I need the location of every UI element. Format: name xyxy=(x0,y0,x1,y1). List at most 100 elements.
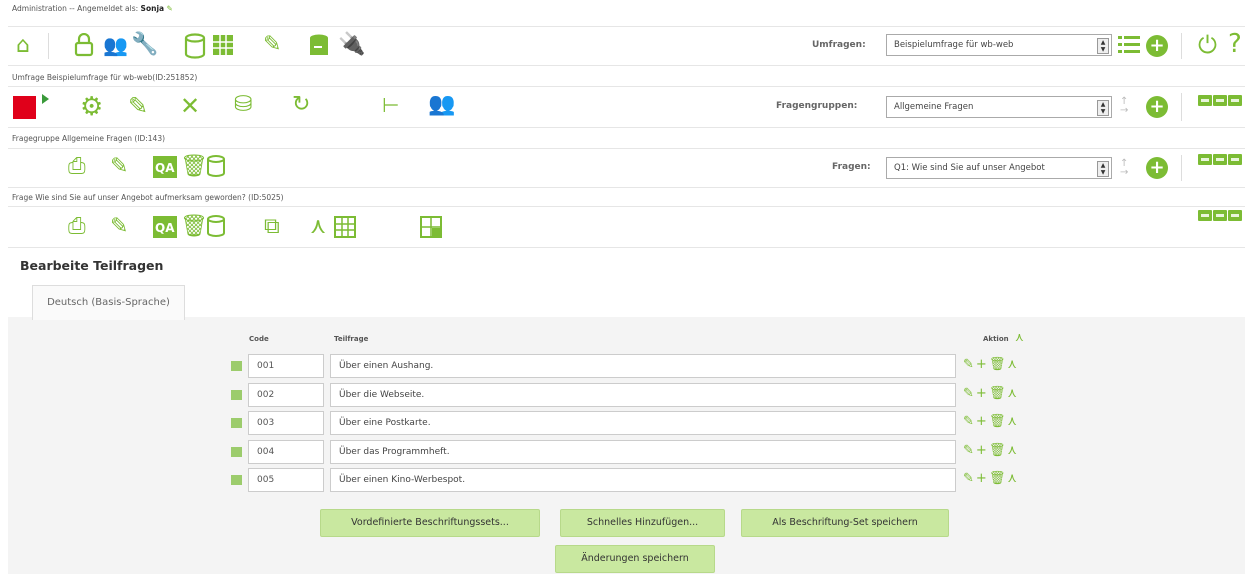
tools-icon[interactable]: ✕ xyxy=(180,92,200,120)
subquestion-input[interactable]: Über eine Postkarte. xyxy=(330,411,956,435)
code-input[interactable]: 005 xyxy=(248,468,324,492)
copy-icon[interactable]: ⧉ xyxy=(264,214,280,239)
subquestion-input[interactable]: Über einen Aushang. xyxy=(330,354,956,378)
restore-icon[interactable] xyxy=(1213,154,1227,165)
delete-icon[interactable]: 🗑 xyxy=(989,471,1008,486)
plugin-icon[interactable]: 🔌 xyxy=(338,32,365,57)
code-input[interactable]: 002 xyxy=(248,382,324,407)
wrench-icon[interactable]: 🔧 xyxy=(131,32,158,57)
condition-icon[interactable]: ⋏ xyxy=(1007,386,1019,401)
close-panel-icon[interactable] xyxy=(1228,95,1242,106)
admin-link[interactable]: Administration xyxy=(12,4,67,13)
code-input[interactable]: 004 xyxy=(248,439,324,464)
database-icon[interactable] xyxy=(206,214,226,238)
stop-icon[interactable] xyxy=(13,96,36,119)
responses-icon[interactable]: ↻ xyxy=(292,92,310,117)
add-row-icon[interactable]: + xyxy=(976,443,989,458)
qa-icon[interactable]: QA xyxy=(153,216,177,238)
question-select[interactable]: Q1: Wie sind Sie auf unser Angebot ▲ ▼ xyxy=(886,157,1112,179)
edit-user-icon[interactable]: ✎ xyxy=(166,4,172,13)
delete-icon[interactable]: 🗑 xyxy=(989,357,1008,372)
drag-handle-icon[interactable] xyxy=(231,418,242,428)
database-icon[interactable] xyxy=(206,154,226,178)
code-input[interactable]: 001 xyxy=(248,354,324,378)
logged-in-prefix: -- Angemeldet als: xyxy=(69,4,139,13)
condition-icon[interactable]: ⋏ xyxy=(1007,414,1019,429)
subquestions-grid-icon[interactable] xyxy=(334,216,356,238)
tab-language[interactable]: Deutsch (Basis-Sprache) xyxy=(32,285,185,320)
add-icon[interactable]: + xyxy=(1146,35,1168,57)
username[interactable]: Sonja xyxy=(141,4,165,13)
close-panel-icon[interactable] xyxy=(1228,210,1242,221)
minimize-icon[interactable] xyxy=(1198,95,1212,106)
minimize-icon[interactable] xyxy=(1198,154,1212,165)
trash-icon[interactable]: 🗑 xyxy=(180,154,208,179)
divider xyxy=(1181,155,1182,181)
predefined-labelsets-button[interactable]: Vordefinierte Beschriftungssets... xyxy=(320,509,540,537)
list-icon[interactable] xyxy=(1118,35,1140,55)
edit-icon[interactable]: ✎ xyxy=(963,414,976,429)
drag-handle-icon[interactable] xyxy=(231,389,242,400)
home-icon[interactable]: ⌂ xyxy=(16,33,30,58)
add-row-icon[interactable]: + xyxy=(976,357,989,372)
save-as-labelset-button[interactable]: Als Beschriftung-Set speichern xyxy=(741,509,949,537)
edit-icon[interactable]: ✎ xyxy=(963,386,976,401)
preview-question-icon[interactable]: ⎙ xyxy=(68,214,86,239)
brush-icon[interactable]: ✎ xyxy=(263,32,281,57)
trash-icon[interactable]: 🗑 xyxy=(180,214,208,239)
table-row: 001 Über einen Aushang. ✎+🗑⋏ xyxy=(228,354,1028,378)
condition-icon[interactable]: ⋏ xyxy=(310,214,326,239)
condition-icon[interactable]: ⋏ xyxy=(1007,471,1019,486)
users-icon[interactable]: 👥 xyxy=(103,33,128,57)
pencil-icon[interactable]: ✎ xyxy=(110,214,128,239)
close-panel-icon[interactable] xyxy=(1228,154,1242,165)
answers-grid-icon[interactable] xyxy=(420,216,442,238)
survey-select[interactable]: Beispielumfrage für wb-web ▲ ▼ xyxy=(886,34,1112,56)
condition-icon[interactable]: ⋏ xyxy=(1007,357,1019,372)
pencil-icon[interactable]: ✎ xyxy=(128,92,148,120)
help-icon[interactable]: ? xyxy=(1228,29,1242,59)
edit-icon[interactable]: ✎ xyxy=(963,357,976,372)
delete-icon[interactable]: 🗑 xyxy=(989,386,1008,401)
pencil-icon[interactable]: ✎ xyxy=(110,154,128,179)
code-input[interactable]: 003 xyxy=(248,411,324,435)
tokens-icon[interactable]: ⛁ xyxy=(234,92,252,117)
expression-icon[interactable]: ⊢ xyxy=(382,93,399,117)
subquestion-input[interactable]: Über die Webseite. xyxy=(330,382,956,407)
grid-icon[interactable] xyxy=(212,34,234,56)
add-question-icon[interactable]: + xyxy=(1146,157,1168,179)
delete-icon[interactable]: 🗑 xyxy=(989,414,1008,429)
preview-group-icon[interactable]: ⎙ xyxy=(68,154,86,179)
lock-icon[interactable] xyxy=(74,33,94,57)
db-export-icon[interactable] xyxy=(308,33,330,59)
divider xyxy=(1181,93,1182,121)
minimize-icon[interactable] xyxy=(1198,210,1212,221)
power-icon[interactable]: ⏻ xyxy=(1198,31,1217,59)
delete-icon[interactable]: 🗑 xyxy=(989,443,1008,458)
group-select[interactable]: Allgemeine Fragen ▲ ▼ xyxy=(886,96,1112,118)
edit-icon[interactable]: ✎ xyxy=(963,471,976,486)
subquestion-input[interactable]: Über das Programmheft. xyxy=(330,439,956,464)
add-row-icon[interactable]: + xyxy=(976,414,989,429)
condition-icon[interactable]: ⋏ xyxy=(1007,443,1019,458)
save-changes-button[interactable]: Änderungen speichern xyxy=(555,545,715,573)
restore-icon[interactable] xyxy=(1213,210,1227,221)
restore-icon[interactable] xyxy=(1213,95,1227,106)
condition-all-icon[interactable]: ⋏ xyxy=(1015,330,1024,344)
gear-icon[interactable]: ⚙ xyxy=(80,92,103,122)
drag-handle-icon[interactable] xyxy=(231,446,242,457)
drag-handle-icon[interactable] xyxy=(231,475,242,485)
quick-add-button[interactable]: Schnelles Hinzufügen... xyxy=(560,509,725,537)
drag-handle-icon[interactable] xyxy=(231,361,242,371)
qa-icon[interactable]: QA xyxy=(153,156,177,178)
add-row-icon[interactable]: + xyxy=(976,386,989,401)
add-row-icon[interactable]: + xyxy=(976,471,989,486)
edit-icon[interactable]: ✎ xyxy=(963,443,976,458)
question-select-value: Q1: Wie sind Sie auf unser Angebot xyxy=(894,163,1045,173)
add-group-icon[interactable]: + xyxy=(1146,96,1168,118)
play-icon[interactable] xyxy=(42,94,49,104)
participants-icon[interactable]: 👥 xyxy=(428,92,455,117)
table-row: 004 Über das Programmheft. ✎+🗑⋏ xyxy=(228,439,1028,464)
subquestion-input[interactable]: Über einen Kino-Werbespot. xyxy=(330,468,956,492)
database-icon[interactable] xyxy=(184,33,206,59)
